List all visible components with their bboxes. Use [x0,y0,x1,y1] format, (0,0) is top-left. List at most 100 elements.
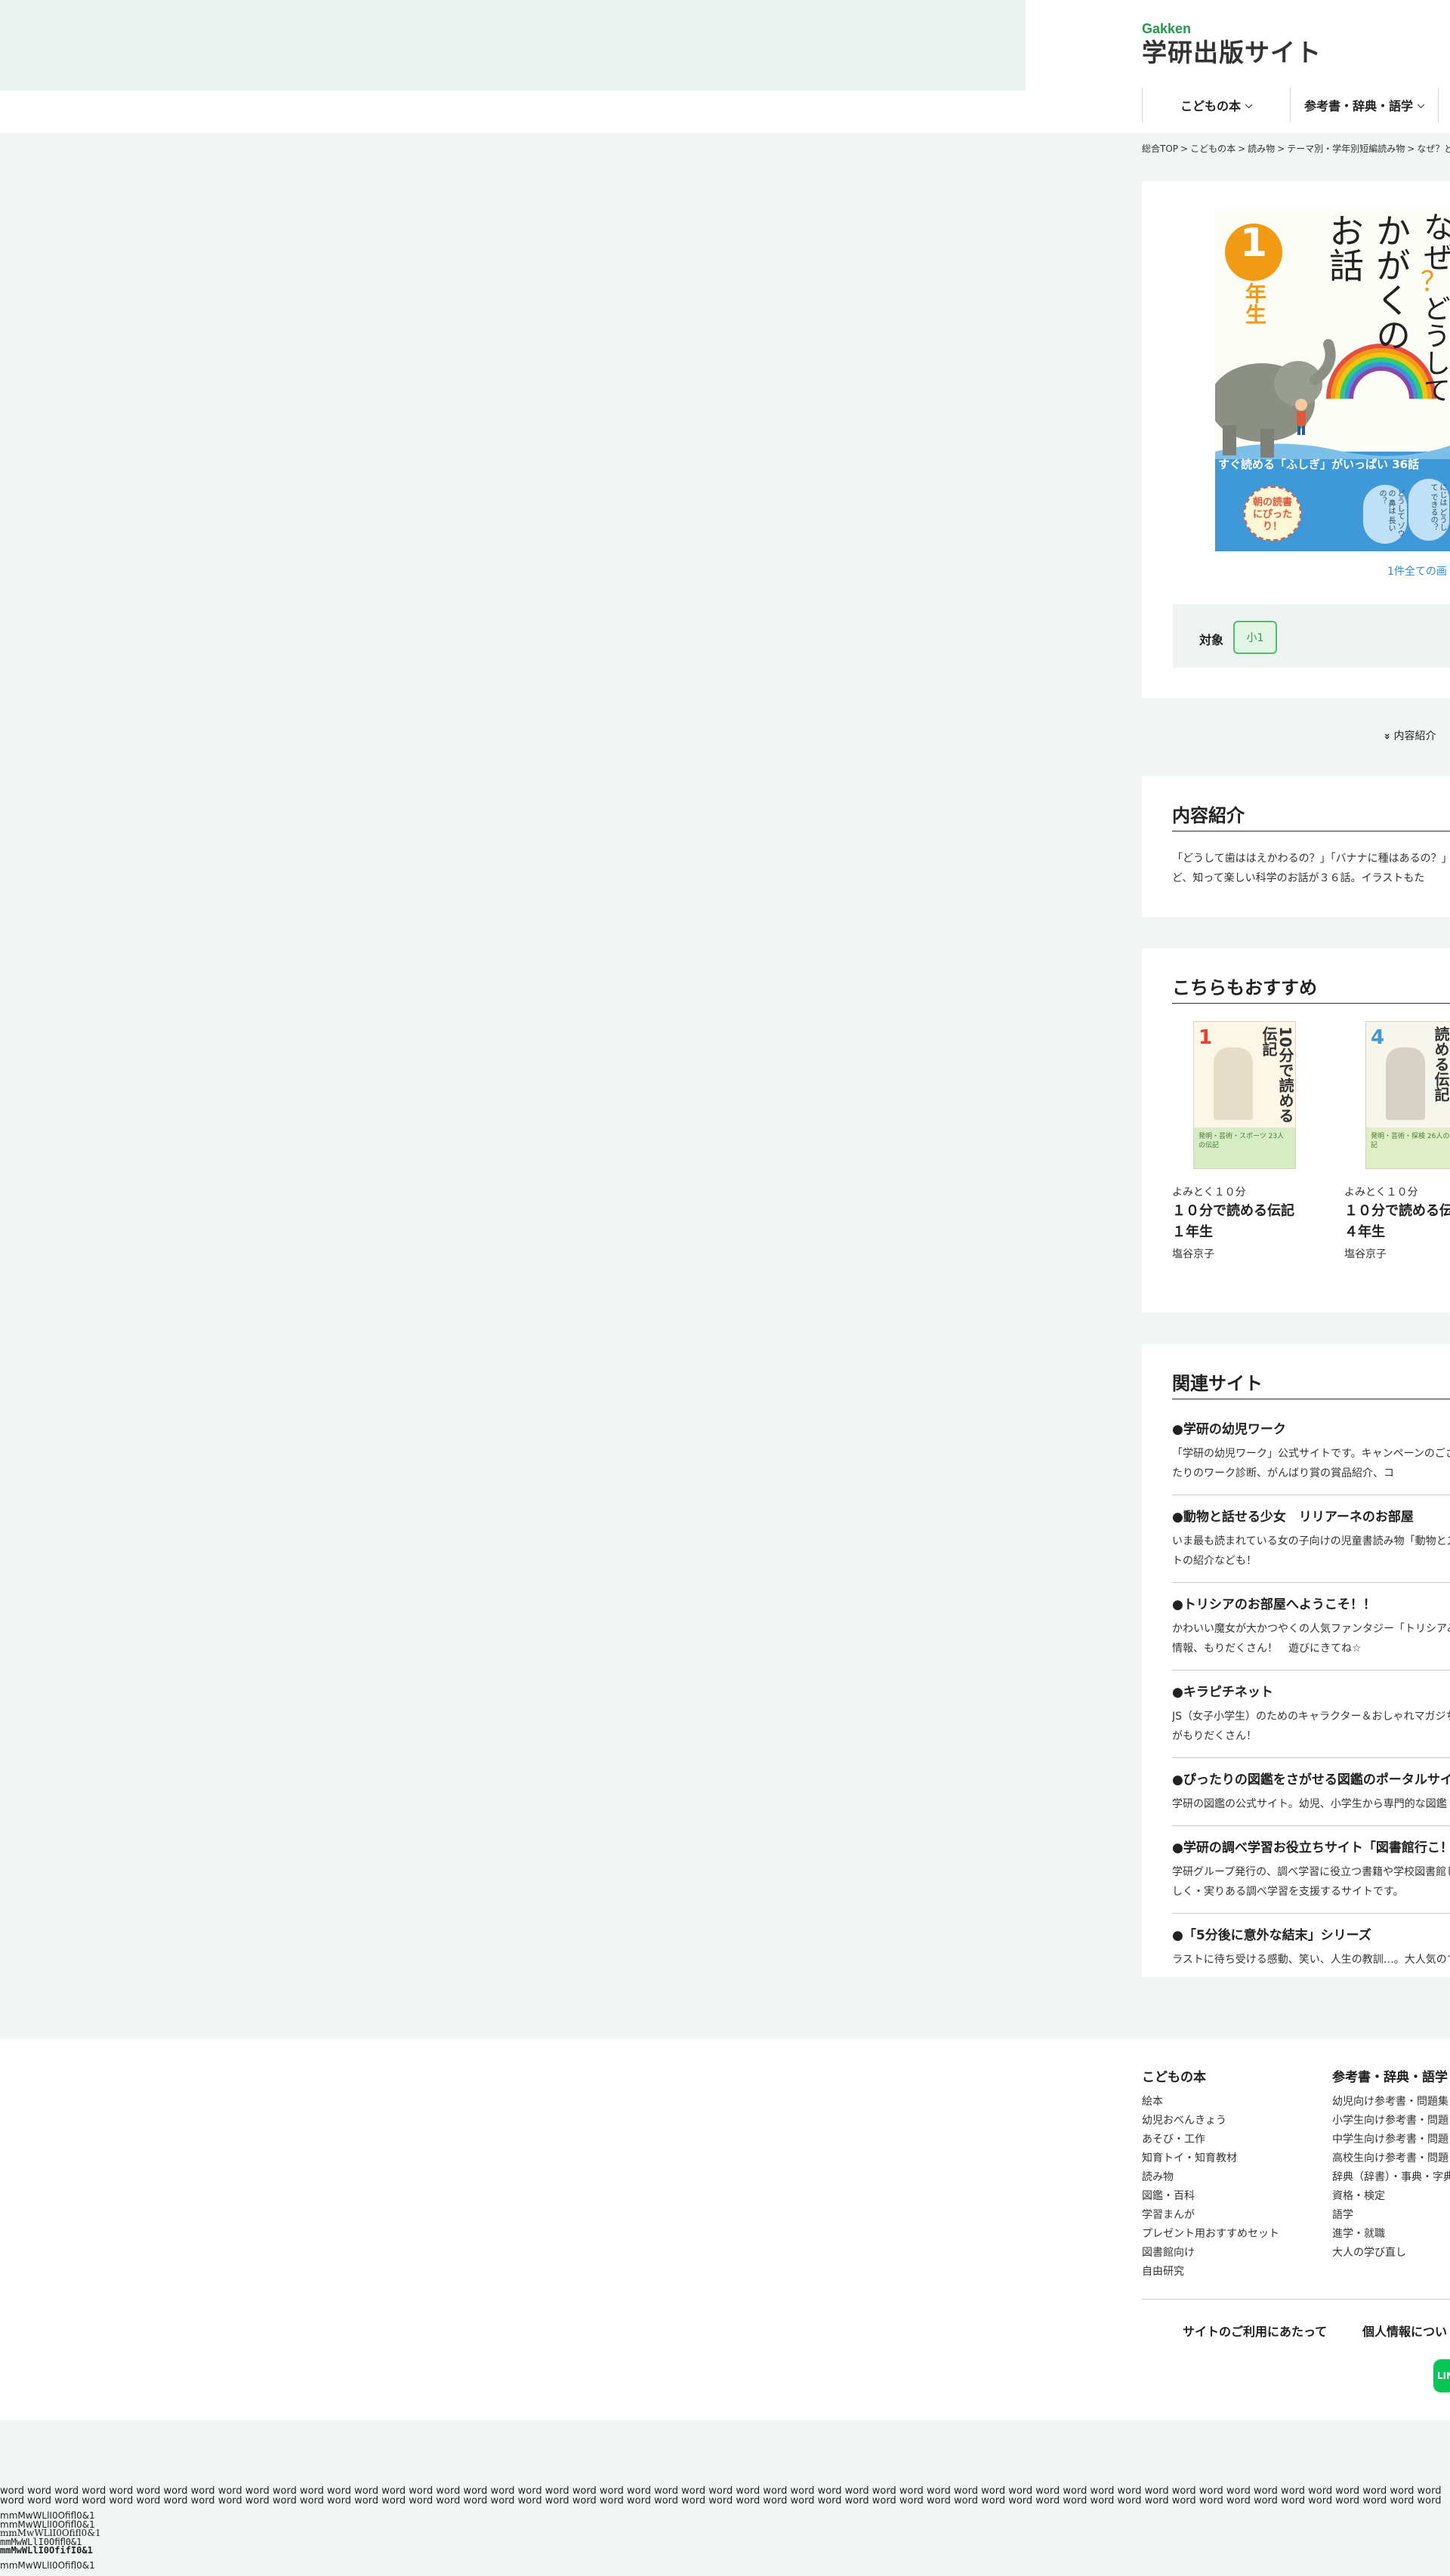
footer-link[interactable]: 中学生向け参考書・問題 [1332,2130,1450,2149]
site-logo[interactable]: Gakken 学研出版サイト [1142,21,1322,68]
related-item-title[interactable]: ●「5分後に意外な結末」シリーズ [1172,1926,1450,1945]
logo-title: 学研出版サイト [1142,38,1322,67]
footer-link[interactable]: 辞典（辞書）・事典・字典 [1332,2168,1450,2187]
all-images-link[interactable]: 1件全ての画 [1387,563,1447,578]
breadcrumb-theme[interactable]: テーマ別・学年別短編読み物 [1287,143,1405,154]
related-item-desc: かわいい魔女が大かつやくの人気ファンタジー「トリシアみ物、最新情報、もりだくさん… [1172,1623,1450,1655]
debug-words: word word word word word word word word … [0,2486,1442,2506]
cover-grade-number: 1 [1239,221,1268,266]
line-share-button[interactable]: LINE [1433,2359,1450,2392]
footer-link[interactable]: 小学生向け参考書・問題 [1332,2112,1450,2130]
product-cover-image[interactable]: 1 年生 なぜ ？ どうして かがくの お話 すぐ読める「ふしぎ」がいっぱい 3… [1215,210,1450,551]
footer-privacy-link[interactable]: 個人情報につい [1362,2321,1447,2340]
footer-col-sankousho: 参考書・辞典・語学 幼児向け参考書・問題集 小学生向け参考書・問題 中学生向け参… [1332,2066,1450,2263]
nav-kodomo[interactable]: こどもの本 ⌵ [1142,88,1290,122]
footer-link[interactable]: プレゼント用おすすめセット [1142,2225,1279,2244]
footer-link[interactable]: 絵本 [1142,2093,1279,2112]
global-nav: こどもの本 ⌵ 参考書・辞典・語学 ⌵ [1142,88,1450,122]
related-item: ●「5分後に意外な結末」シリーズ ラストに待ち受ける感動、笑い、人生の教訓…。大… [1172,1923,1450,1977]
cover-bubble-2: にじは どうして できるの？ [1408,479,1449,541]
nav-more[interactable] [1438,88,1450,122]
related-item-desc: ラストに待ち受ける感動、笑い、人生の教訓…。大人気のす。 [1172,1954,1450,1966]
footer-link[interactable]: 図鑑・百科 [1142,2187,1279,2206]
breadcrumb-sep: > [1277,143,1285,154]
recommend-item[interactable]: 4 読める伝記 発明・芸術・探検 26人の伝記 よみとく１０分 １０分で読める伝… [1344,1021,1450,1261]
top-band [0,0,1026,91]
recommend-cover[interactable]: 4 読める伝記 発明・芸術・探検 26人の伝記 [1365,1021,1450,1169]
breadcrumb-sep: > [1407,143,1415,154]
debug-line: mmMwWLlI0Oﬁﬂ0&1 [0,2519,95,2530]
related-item: ●ぴったりの図鑑をさがせる図鑑のポータルサイト 学研の図鑑の公式サイト。幼児、小… [1172,1767,1450,1826]
footer-link[interactable]: 高校生向け参考書・問題 [1332,2149,1450,2168]
recommend-card: こちらもおすすめ 1 10分で読める伝記 発明・芸術・スポーツ 23人の伝記 よ… [1142,949,1450,1313]
recommend-item[interactable]: 1 10分で読める伝記 発明・芸術・スポーツ 23人の伝記 よみとく１０分 １０… [1172,1021,1316,1261]
footer-link[interactable]: 資格・検定 [1332,2187,1450,2206]
rec-cover-sub: 発明・芸術・探検 26人の伝記 [1366,1128,1450,1168]
bottom-band: word word word word word word word word … [0,2420,1450,2576]
footer-link[interactable]: 知育トイ・知育教材 [1142,2149,1279,2168]
breadcrumb-sep: > [1238,143,1246,154]
footer-link[interactable]: 語学 [1332,2206,1450,2225]
recommend-cover[interactable]: 1 10分で読める伝記 発明・芸術・スポーツ 23人の伝記 [1193,1021,1296,1169]
related-item: ●動物と話せる少女 リリアーネのお部屋 いま最も読まれている女の子向けの児童書読… [1172,1504,1450,1583]
footer-link[interactable]: 自由研究 [1142,2263,1279,2281]
related-list: ●学研の幼児ワーク 「学研の幼児ワーク」公式サイトです。キャンペーンのごさんにぴ… [1172,1417,1450,1977]
debug-line: mmMwWLlI0Oﬁﬂ0&1 [0,2559,95,2570]
nav-sankousho[interactable]: 参考書・辞典・語学 ⌵ [1290,88,1438,122]
recommend-series: よみとく１０分 [1172,1186,1246,1199]
recommend-author: 塩谷京子 [1172,1248,1214,1260]
intro-title: 内容紹介 [1172,805,1245,826]
cover-grade-label: 年生 [1242,282,1267,325]
target-badge[interactable]: 小1 [1233,621,1277,654]
target-box: 対象 小1 [1173,604,1450,668]
related-item-desc: いま最も読まれている女の子向けの児童書読み物「動物とズ、イベントの紹介なども！ [1172,1535,1450,1567]
footer-link[interactable]: 図書館向け [1142,2244,1279,2263]
related-item-title[interactable]: ●学研の幼児ワーク [1172,1420,1450,1439]
footer-link[interactable]: 進学・就職 [1332,2225,1450,2244]
footer: こどもの本 絵本 幼児おべんきょう あそび・工作 知育トイ・知育教材 読み物 図… [0,2039,1450,2420]
recommend-book-title[interactable]: １０分で読める伝記 １年生 [1172,1201,1316,1243]
footer-link[interactable]: 読み物 [1142,2168,1279,2187]
intro-anchor-link[interactable]: » 内容紹介 [1381,728,1436,743]
footer-col-heading[interactable]: こどもの本 [1142,2066,1279,2085]
recommend-series: よみとく１０分 [1344,1186,1418,1199]
breadcrumb-kodomo[interactable]: こどもの本 [1190,143,1236,154]
footer-link[interactable]: あそび・工作 [1142,2130,1279,2149]
related-item-title[interactable]: ●学研の調べ学習お役立ちサイト「図書館行こ！」 [1172,1838,1450,1858]
related-card: 関連サイト ●学研の幼児ワーク 「学研の幼児ワーク」公式サイトです。キャンペーン… [1142,1344,1450,1977]
related-item-desc: JS（女子小学生）のためのキャラクター＆おしゃれマガジちゃう情報がもりだくさん！ [1172,1711,1450,1742]
breadcrumb-yomimono[interactable]: 読み物 [1248,143,1275,154]
related-item-title[interactable]: ●トリシアのお部屋へようこそ！！ [1172,1595,1450,1615]
nav-sankousho-label: 参考書・辞典・語学 [1303,99,1413,113]
footer-col-heading[interactable]: 参考書・辞典・語学 [1332,2066,1450,2085]
breadcrumb-current: なぜ？ど [1417,143,1450,154]
footer-link[interactable]: 大人の学び直し [1332,2244,1450,2263]
debug-line: mmMwWLlI0Oﬁﬂ0&1 [0,2536,82,2547]
related-title: 関連サイト [1172,1373,1263,1394]
intro-text: 「どうして歯ははえかわるの？」「バナナに種はあるの？」記など、知って楽しい科学の… [1172,853,1450,884]
rec-cover-grade: 1 [1199,1026,1213,1049]
footer-col-kodomo: こどもの本 絵本 幼児おべんきょう あそび・工作 知育トイ・知育教材 読み物 図… [1142,2066,1279,2281]
related-item-title[interactable]: ●動物と話せる少女 リリアーネのお部屋 [1172,1507,1450,1527]
footer-link[interactable]: 幼児向け参考書・問題集 [1332,2093,1450,2112]
footer-link[interactable]: 学習まんが [1142,2206,1279,2225]
cover-stamp: 朝の読書にぴったり！ [1244,486,1301,541]
debug-line: mmMwWLlI0OfifI0&1 [0,2545,93,2556]
debug-text: word word word word word word word word … [0,2486,1450,2570]
breadcrumb-top[interactable]: 総合TOP [1142,143,1178,154]
recommend-rule [1172,1003,1450,1004]
debug-line: mmMwWLlI0Oﬁﬂ0&1 [0,2510,95,2521]
recommend-book-title[interactable]: １０分で読める伝記 ４年生 [1344,1201,1450,1243]
recommend-title: こちらもおすすめ [1172,977,1317,998]
cover-title-doushite: どうして [1419,295,1450,403]
footer-terms-link[interactable]: サイトのご利用にあたって [1183,2321,1327,2340]
intro-card: 内容紹介 「どうして歯ははえかわるの？」「バナナに種はあるの？」記など、知って楽… [1142,776,1450,917]
related-item-title[interactable]: ●キラピチネット [1172,1683,1450,1702]
related-item-title[interactable]: ●ぴったりの図鑑をさがせる図鑑のポータルサイト [1172,1770,1450,1790]
footer-link[interactable]: 幼児おべんきょう [1142,2112,1279,2130]
cover-bubble-1: どうして ゾウの 鼻は 長いの？ [1363,485,1407,544]
rec-cover-title: 10分で読める伝記 [1260,1026,1294,1123]
target-label: 対象 [1199,633,1224,647]
rec-cover-portrait [1386,1047,1425,1120]
rec-cover-sub: 発明・芸術・スポーツ 23人の伝記 [1194,1128,1295,1168]
